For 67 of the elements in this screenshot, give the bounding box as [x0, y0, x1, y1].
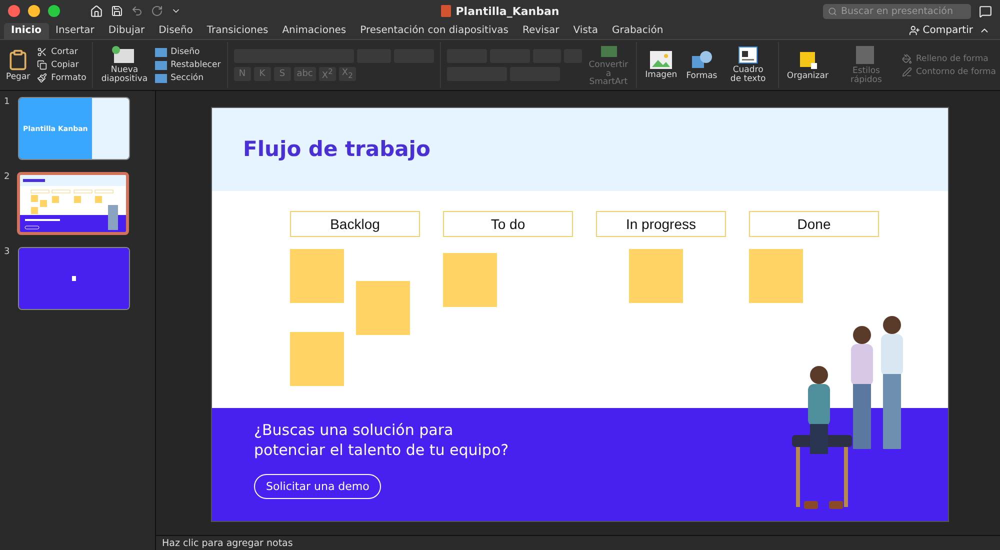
insert-button[interactable]: Imagen	[643, 50, 680, 80]
new-slide-icon	[112, 46, 136, 64]
close-button[interactable]	[8, 5, 20, 17]
ribbon-tab[interactable]: Inicio	[4, 23, 48, 39]
ribbon-tab[interactable]: Transiciones	[200, 23, 276, 39]
new-slide-button[interactable]: Nueva diapositiva	[99, 46, 150, 84]
search-placeholder: Buscar en presentación	[841, 6, 953, 16]
column-header: In progress	[596, 210, 726, 236]
column-header: Done	[749, 210, 879, 236]
ribbon-tab[interactable]: Grabación	[604, 23, 670, 39]
ribbon-tab[interactable]: Vista	[566, 23, 605, 39]
slide-number: 1	[4, 97, 10, 107]
insert-button[interactable]: Cuadro de texto	[724, 46, 772, 84]
column-header: To do	[443, 210, 573, 236]
clipboard-icon	[7, 48, 30, 71]
pen-icon	[902, 66, 912, 76]
share-button[interactable]: Compartir	[902, 25, 979, 39]
arrange-button[interactable]: Organizar	[784, 50, 830, 80]
clipboard-button[interactable]: Formato	[37, 73, 86, 83]
home-icon[interactable]	[90, 4, 103, 18]
sticky-note	[443, 252, 497, 306]
zoom-button[interactable]	[48, 5, 60, 17]
layout-icon	[154, 60, 167, 70]
clipboard-button[interactable]: Cortar	[37, 47, 86, 57]
column-header: Backlog	[290, 210, 420, 236]
window-title: Plantilla_Kanban	[456, 4, 560, 18]
notes-field[interactable]: Haz clic para agregar notas	[156, 535, 1000, 550]
sticky-note	[356, 280, 410, 334]
slide-menu-button[interactable]: Restablecer	[154, 60, 221, 70]
image-icon	[650, 50, 672, 69]
undo-icon[interactable]	[131, 5, 143, 17]
ribbon-tab[interactable]: Animaciones	[275, 23, 354, 39]
document-icon	[440, 5, 451, 17]
add-person-icon	[908, 25, 920, 36]
paste-button[interactable]: Pegar	[4, 48, 32, 82]
save-icon[interactable]	[111, 5, 123, 17]
slide-menu-button[interactable]: Diseño	[154, 47, 221, 57]
clipboard-button[interactable]: Copiar	[37, 60, 86, 70]
sticky-note	[290, 332, 344, 386]
ribbon-tab[interactable]: Presentación con diapositivas	[353, 23, 516, 39]
slide-menu-button[interactable]: Sección	[154, 73, 221, 83]
shapes-icon	[690, 50, 713, 70]
minimize-button[interactable]	[28, 5, 40, 17]
arrange-icon	[798, 50, 818, 70]
comments-icon[interactable]	[979, 4, 992, 18]
sticky-note	[749, 248, 803, 302]
paint-bucket-icon	[902, 54, 912, 64]
ribbon-tab[interactable]: Insertar	[48, 23, 102, 39]
text-box-icon	[738, 46, 758, 64]
ribbon-tab[interactable]: Dibujar	[101, 23, 152, 39]
paintbrush-icon	[37, 73, 48, 83]
slide-number: 2	[4, 172, 10, 182]
demo-button[interactable]: Solicitar una demo	[254, 474, 382, 499]
ribbon-tab[interactable]: Diseño	[152, 23, 200, 39]
redo-icon[interactable]	[151, 5, 163, 17]
insert-button[interactable]: Formas	[684, 50, 720, 80]
sticky-note	[629, 248, 683, 302]
sticky-note	[290, 248, 344, 302]
search-icon	[828, 6, 837, 16]
copy-icon	[37, 60, 48, 70]
scissors-icon	[37, 47, 48, 57]
banner-text: ¿Buscas una solución para potenciar el talento de tu equipo?	[254, 420, 510, 460]
layout-icon	[154, 74, 167, 82]
layout-icon	[154, 48, 167, 56]
slide-number: 3	[4, 247, 10, 257]
ribbon-tab[interactable]: Revisar	[516, 23, 566, 39]
slide-title: Flujo de trabajo	[243, 137, 430, 161]
